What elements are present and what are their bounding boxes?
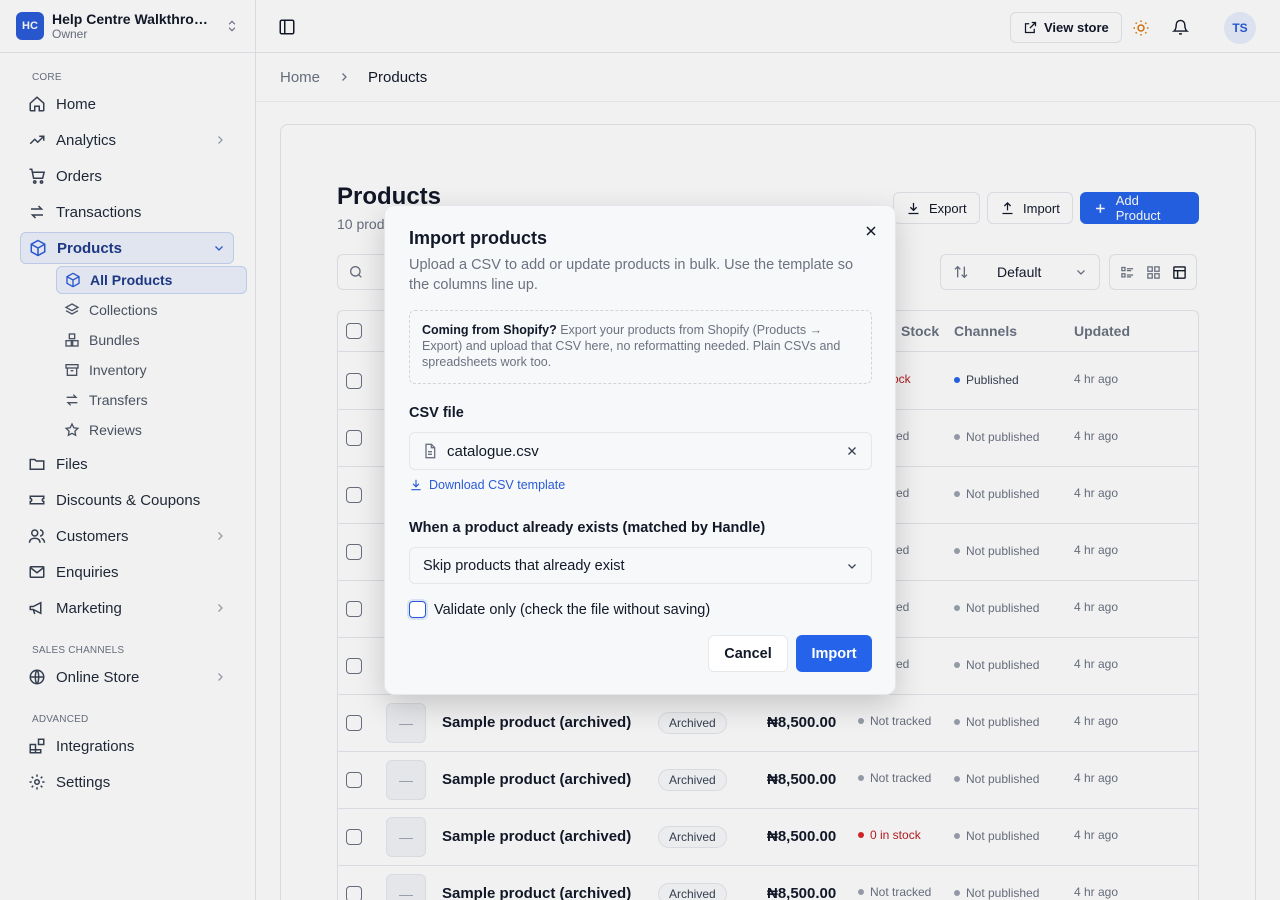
- download-template-link[interactable]: Download CSV template: [409, 478, 565, 492]
- exists-behavior-select[interactable]: Skip products that already exist: [409, 547, 872, 584]
- csv-file-name: catalogue.csv: [447, 442, 539, 460]
- shopify-note: Coming from Shopify? Export your product…: [409, 310, 872, 384]
- dialog-subtitle: Upload a CSV to add or update products i…: [409, 257, 854, 293]
- chevron-down-icon: [848, 563, 856, 569]
- download-template-label: Download CSV template: [429, 478, 566, 492]
- import-submit-button[interactable]: Import: [796, 635, 872, 672]
- import-products-dialog: Import products Upload a CSV to add or u…: [384, 205, 896, 695]
- validate-only-checkbox[interactable]: [409, 601, 426, 618]
- validate-only-option[interactable]: Validate only (check the file without sa…: [409, 601, 710, 618]
- exists-label: When a product already exists (matched b…: [409, 520, 766, 536]
- csv-file-field[interactable]: catalogue.csv: [409, 432, 872, 470]
- download-icon: [411, 479, 421, 491]
- remove-file-icon[interactable]: [845, 444, 859, 458]
- file-icon: [425, 443, 436, 459]
- exists-behavior-value: Skip products that already exist: [423, 557, 625, 574]
- close-icon[interactable]: [863, 223, 879, 239]
- cancel-button[interactable]: Cancel: [708, 635, 788, 672]
- csv-file-label: CSV file: [409, 405, 464, 421]
- validate-only-label: Validate only (check the file without sa…: [434, 601, 711, 618]
- dialog-title: Import products: [409, 228, 547, 248]
- shopify-note-heading: Coming from Shopify?: [422, 323, 557, 337]
